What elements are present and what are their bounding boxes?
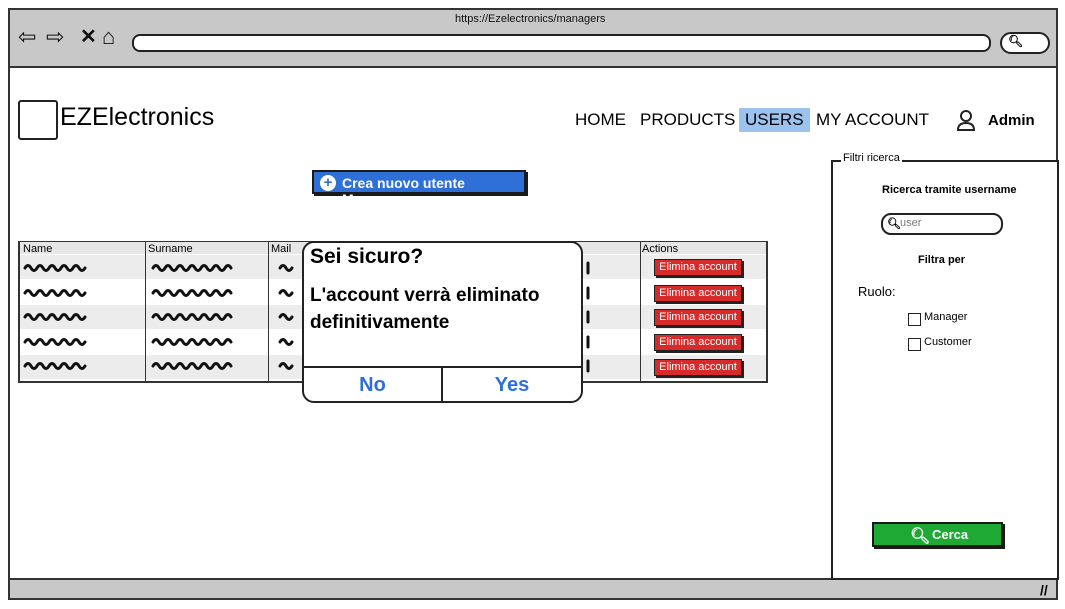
user-icon[interactable]	[956, 110, 976, 132]
search-placeholder: user	[900, 217, 922, 229]
search-icon: 🔍︎	[887, 218, 901, 230]
close-icon[interactable]: ✕	[80, 26, 97, 48]
delete-account-button[interactable]: Elimina account	[654, 334, 742, 351]
nav-my-account[interactable]: MY ACCOUNT	[810, 108, 935, 132]
back-icon[interactable]: ⇦	[18, 26, 36, 48]
brand-name: EZElectronics	[60, 103, 215, 131]
manager-checkbox[interactable]	[908, 313, 921, 326]
plus-icon: +	[320, 175, 336, 191]
name-scribble	[23, 362, 87, 370]
customer-checkbox[interactable]	[908, 338, 921, 351]
surname-scribble	[151, 264, 233, 272]
username-search-input[interactable]: 🔍︎ user	[881, 213, 1003, 235]
user-name[interactable]: Admin	[988, 112, 1035, 129]
filter-by-title: Filtra per	[918, 254, 966, 266]
column-header-mail: Mail	[271, 243, 292, 255]
column-header-surname: Surname	[148, 243, 193, 255]
filter-panel-title: Filtri ricerca	[841, 152, 902, 164]
name-scribble	[23, 264, 87, 272]
yes-button[interactable]: Yes	[443, 368, 581, 402]
surname-scribble	[151, 289, 233, 297]
resize-handle-icon[interactable]: //	[1040, 582, 1048, 598]
no-button[interactable]: No	[304, 368, 441, 402]
page-url: https://Ezelectronics/managers	[455, 13, 606, 25]
role-label: Ruolo:	[858, 284, 896, 299]
nav-home[interactable]: HOME	[569, 108, 632, 132]
logo	[18, 100, 58, 140]
nav-users[interactable]: USERS	[739, 108, 810, 132]
search-icon: 🔍︎	[1008, 34, 1024, 48]
delete-account-button[interactable]: Elimina account	[654, 259, 742, 276]
search-button[interactable]: 🔍︎ Cerca	[872, 522, 1003, 547]
delete-account-button[interactable]: Elimina account	[654, 285, 742, 302]
browser-search[interactable]: 🔍︎	[1000, 32, 1050, 54]
create-manager-label: Crea nuovo utente Manager	[342, 175, 465, 207]
home-icon[interactable]: ⌂	[102, 26, 115, 48]
search-icon: 🔍︎	[910, 528, 931, 545]
surname-scribble	[151, 338, 233, 346]
customer-checkbox-label: Customer	[924, 336, 972, 348]
surname-scribble	[151, 362, 233, 370]
address-bar[interactable]	[132, 34, 991, 52]
username-search-title: Ricerca tramite username	[882, 184, 1017, 196]
delete-account-button[interactable]: Elimina account	[654, 359, 742, 376]
status-bar	[8, 578, 1058, 600]
nav-products[interactable]: PRODUCTS	[634, 108, 741, 132]
manager-checkbox-label: Manager	[924, 311, 968, 323]
delete-account-button[interactable]: Elimina account	[654, 309, 742, 326]
name-scribble	[23, 313, 87, 321]
dialog-title: Sei sicuro?	[310, 245, 424, 268]
surname-scribble	[151, 313, 233, 321]
search-button-label: Cerca	[932, 527, 969, 542]
name-scribble	[23, 289, 87, 297]
column-header-name: Name	[23, 243, 53, 255]
name-scribble	[23, 338, 87, 346]
forward-icon[interactable]: ⇨	[46, 26, 64, 48]
dialog-message: L'account verrà eliminato definitivament…	[310, 285, 540, 333]
create-manager-button[interactable]: + Crea nuovo utente Manager	[312, 170, 526, 207]
column-header-actions: Actions	[642, 243, 679, 255]
